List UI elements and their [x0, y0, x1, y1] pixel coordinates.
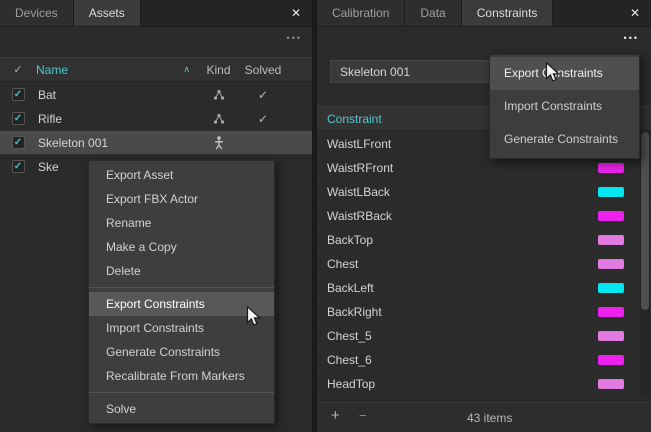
- constraint-color-swatch[interactable]: [598, 211, 624, 221]
- column-header-name[interactable]: Name ∧: [36, 63, 196, 77]
- constraint-color-swatch[interactable]: [598, 355, 624, 365]
- right-panel-menu-button[interactable]: •••: [624, 33, 639, 43]
- constraints-menu: Export ConstraintsImport ConstraintsGene…: [489, 54, 640, 159]
- column-header-solved[interactable]: Solved: [241, 63, 285, 77]
- context-menu-item[interactable]: Recalibrate From Markers: [89, 364, 274, 388]
- check-icon: ✓: [14, 138, 22, 148]
- right-tabbar: Calibration Data Constraints: [317, 0, 651, 27]
- constraint-row[interactable]: BackRight: [317, 300, 651, 324]
- asset-context-menu: Export AssetExport FBX ActorRenameMake a…: [88, 160, 275, 424]
- left-panel-menu-button[interactable]: •••: [287, 33, 302, 43]
- constraint-color-swatch[interactable]: [598, 379, 624, 389]
- constraint-column-label: Constraint: [327, 112, 382, 126]
- asset-name: Rifle: [36, 112, 196, 126]
- context-menu-item[interactable]: Rename: [89, 211, 274, 235]
- constraint-row[interactable]: Chest: [317, 252, 651, 276]
- context-menu-item[interactable]: Make a Copy: [89, 235, 274, 259]
- sort-ascending-icon: ∧: [183, 64, 190, 75]
- constraints-menu-item[interactable]: Export Constraints: [490, 57, 639, 90]
- tab-constraints[interactable]: Constraints: [462, 0, 554, 26]
- tab-calibration[interactable]: Calibration: [317, 0, 405, 26]
- application-window: Devices Assets ✕ ••• ✓ Name ∧ Kind Solve…: [0, 0, 651, 432]
- close-right-panel-icon[interactable]: ✕: [626, 0, 644, 27]
- constraints-menu-item[interactable]: Generate Constraints: [490, 123, 639, 156]
- constraint-row[interactable]: WaistRFront: [317, 156, 651, 180]
- asset-selector-value: Skeleton 001: [340, 65, 410, 79]
- constraint-color-swatch[interactable]: [598, 235, 624, 245]
- asset-checkbox[interactable]: ✓: [12, 88, 25, 101]
- constraint-name: BackRight: [327, 305, 382, 319]
- check-icon: ✓: [14, 90, 22, 100]
- name-header-label: Name: [36, 63, 68, 77]
- constraint-name: Chest_6: [327, 353, 372, 367]
- constraint-row[interactable]: WaistRBack: [317, 204, 651, 228]
- constraint-color-swatch[interactable]: [598, 307, 624, 317]
- constraints-list: WaistLFront WaistRFront WaistLBack WaistRBa…: [317, 132, 651, 396]
- constraint-row[interactable]: Chest_6: [317, 348, 651, 372]
- context-menu-item[interactable]: Export Constraints: [89, 292, 274, 316]
- constraint-row[interactable]: Chest_5: [317, 324, 651, 348]
- add-constraint-button[interactable]: +: [331, 407, 340, 424]
- constraint-color-swatch[interactable]: [598, 259, 624, 269]
- rigid-body-icon: [196, 113, 241, 125]
- menu-separator: [89, 287, 274, 288]
- column-header-kind[interactable]: Kind: [196, 63, 241, 77]
- constraint-name: Chest_5: [327, 329, 372, 343]
- context-menu-item[interactable]: Generate Constraints: [89, 340, 274, 364]
- tab-devices[interactable]: Devices: [0, 0, 74, 26]
- asset-checkbox[interactable]: ✓: [12, 136, 25, 149]
- menu-separator: [89, 392, 274, 393]
- context-menu-item[interactable]: Export FBX Actor: [89, 187, 274, 211]
- constraint-row[interactable]: HeadTop: [317, 372, 651, 396]
- constraint-color-swatch[interactable]: [598, 163, 624, 173]
- asset-checkbox[interactable]: ✓: [12, 160, 25, 173]
- check-icon: ✓: [14, 114, 22, 124]
- select-all-check-icon[interactable]: ✓: [0, 63, 36, 76]
- constraint-name: WaistRFront: [327, 161, 393, 175]
- context-menu-item[interactable]: Solve: [89, 397, 274, 421]
- solved-check-icon: ✓: [241, 88, 285, 102]
- constraint-name: WaistLBack: [327, 185, 390, 199]
- constraint-name: BackTop: [327, 233, 373, 247]
- constraint-row[interactable]: BackTop: [317, 228, 651, 252]
- asset-selector-dropdown[interactable]: Skeleton 001: [330, 60, 490, 83]
- asset-row[interactable]: ✓ Rifle ✓: [0, 107, 312, 131]
- scrollbar[interactable]: [640, 132, 650, 396]
- asset-checkbox[interactable]: ✓: [12, 112, 25, 125]
- constraint-name: Chest: [327, 257, 358, 271]
- assets-table-header: ✓ Name ∧ Kind Solved: [0, 57, 312, 82]
- constraint-name: BackLeft: [327, 281, 374, 295]
- asset-row[interactable]: ✓ Bat ✓: [0, 83, 312, 107]
- check-icon: ✓: [14, 162, 22, 172]
- asset-row[interactable]: ✓ Skeleton 001: [0, 131, 312, 155]
- constraint-row[interactable]: WaistLBack: [317, 180, 651, 204]
- constraint-name: HeadTop: [327, 377, 375, 391]
- context-menu-item[interactable]: Export Asset: [89, 163, 274, 187]
- solved-check-icon: ✓: [241, 112, 285, 126]
- constraints-footer: + − 43 items: [317, 402, 651, 432]
- constraint-row[interactable]: BackLeft: [317, 276, 651, 300]
- skeleton-icon: [196, 136, 241, 150]
- constraint-color-swatch[interactable]: [598, 187, 624, 197]
- constraint-color-swatch[interactable]: [598, 331, 624, 341]
- rigid-body-icon: [196, 89, 241, 101]
- constraint-name: WaistRBack: [327, 209, 392, 223]
- remove-constraint-button[interactable]: −: [359, 408, 367, 423]
- asset-name: Skeleton 001: [36, 136, 196, 150]
- asset-name: Bat: [36, 88, 196, 102]
- constraint-color-swatch[interactable]: [598, 283, 624, 293]
- item-count: 43 items: [467, 411, 512, 425]
- constraint-name: WaistLFront: [327, 137, 391, 151]
- context-menu-item[interactable]: Import Constraints: [89, 316, 274, 340]
- scrollbar-thumb[interactable]: [641, 132, 649, 310]
- constraints-menu-item[interactable]: Import Constraints: [490, 90, 639, 123]
- left-tabbar: Devices Assets: [0, 0, 312, 27]
- close-left-panel-icon[interactable]: ✕: [287, 0, 305, 27]
- context-menu-item[interactable]: Delete: [89, 259, 274, 283]
- tab-data[interactable]: Data: [405, 0, 461, 26]
- tab-assets[interactable]: Assets: [74, 0, 141, 26]
